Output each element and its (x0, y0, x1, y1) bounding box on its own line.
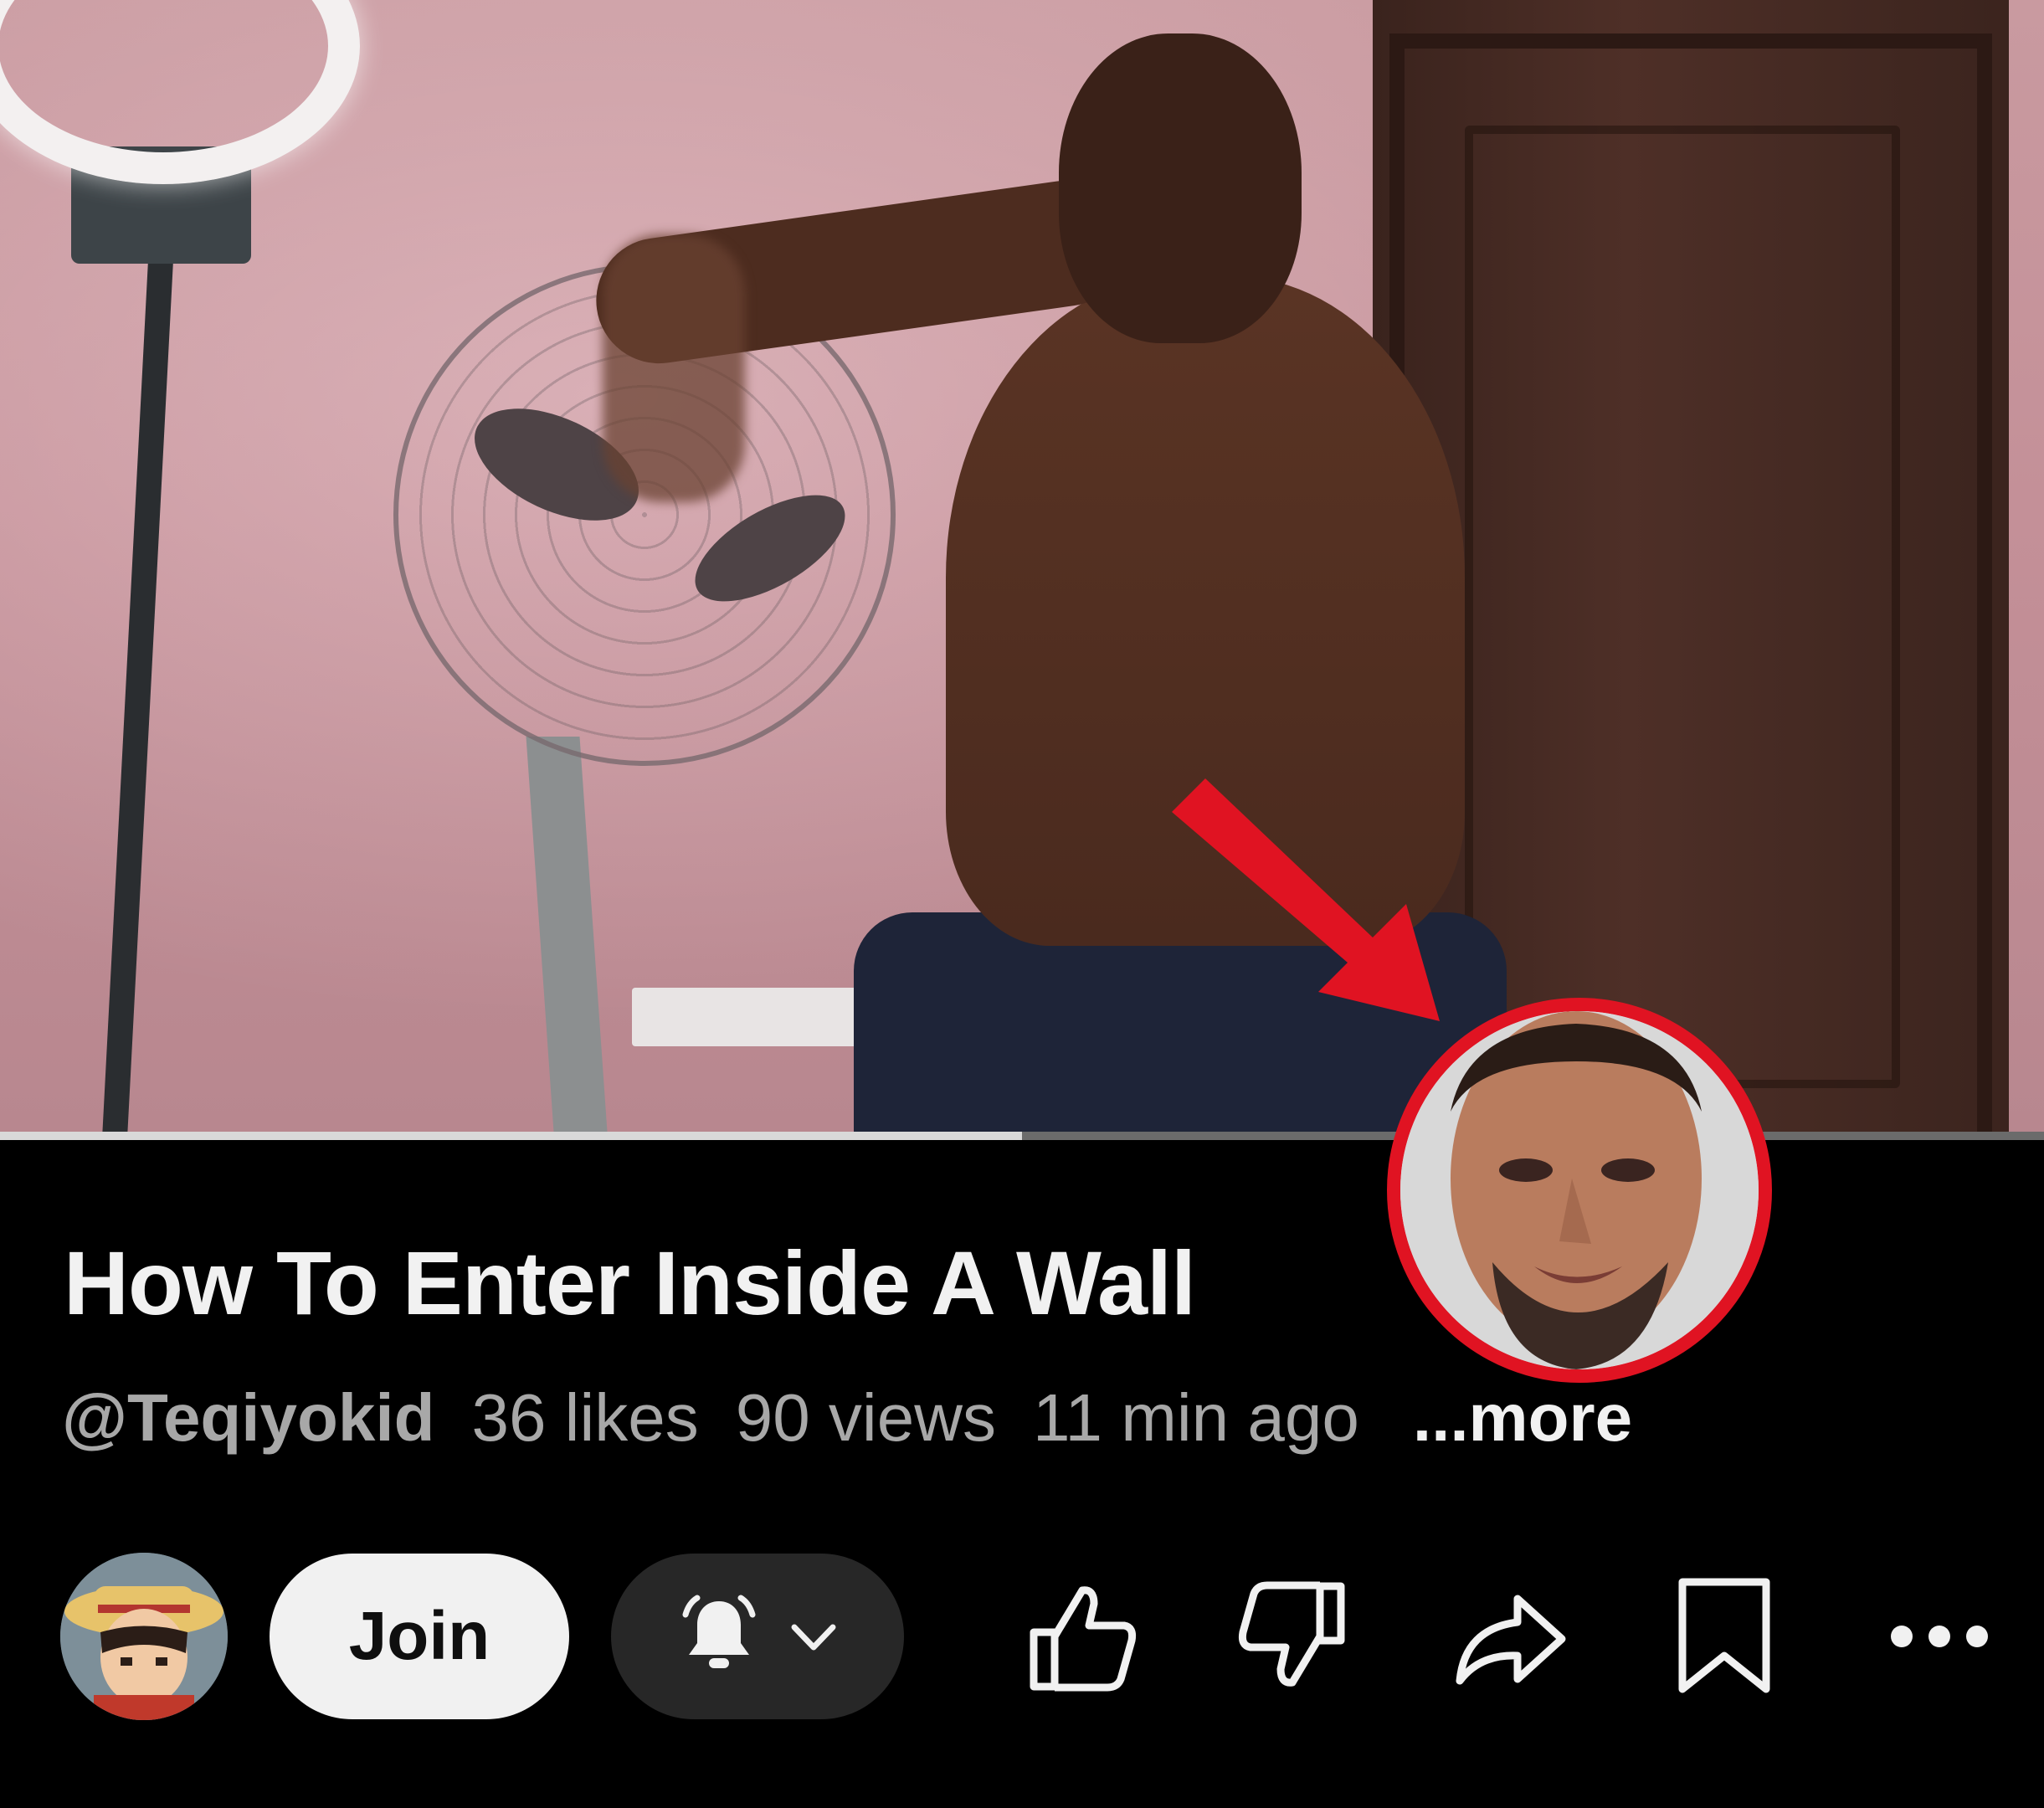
channel-handle[interactable]: @Teqiyokid (62, 1380, 434, 1455)
likes-count: 36 likes (471, 1380, 699, 1455)
video-player[interactable] (0, 0, 2044, 1132)
video-meta-row[interactable]: @Teqiyokid 36 likes 90 views 11 min ago ...m… (62, 1379, 1669, 1456)
share-icon[interactable] (1446, 1574, 1572, 1699)
save-icon[interactable] (1661, 1574, 1787, 1699)
wall-socket (632, 988, 866, 1046)
thumbs-up-icon[interactable] (1017, 1574, 1143, 1699)
bell-icon (682, 1595, 756, 1668)
avatar-image (60, 1553, 228, 1720)
notification-bell-button[interactable] (611, 1554, 904, 1719)
more-link[interactable]: ...more (1413, 1380, 1632, 1455)
circled-face-annotation (1387, 998, 1772, 1383)
views-count: 90 views (735, 1380, 996, 1455)
thumbs-down-icon[interactable] (1232, 1574, 1358, 1699)
join-button[interactable]: Join (270, 1554, 569, 1719)
red-arrow-annotation (1172, 778, 1440, 1021)
more-icon[interactable] (1877, 1574, 2002, 1699)
chevron-down-icon (791, 1624, 836, 1651)
person-head (1059, 33, 1302, 343)
upload-time: 11 min ago (1032, 1380, 1359, 1455)
person-fist (603, 234, 745, 502)
video-progress-fill (0, 1132, 1022, 1140)
channel-avatar[interactable] (60, 1553, 228, 1720)
face-image (1400, 1011, 1759, 1369)
video-title[interactable]: How To Enter Inside A Wall (64, 1230, 1196, 1335)
